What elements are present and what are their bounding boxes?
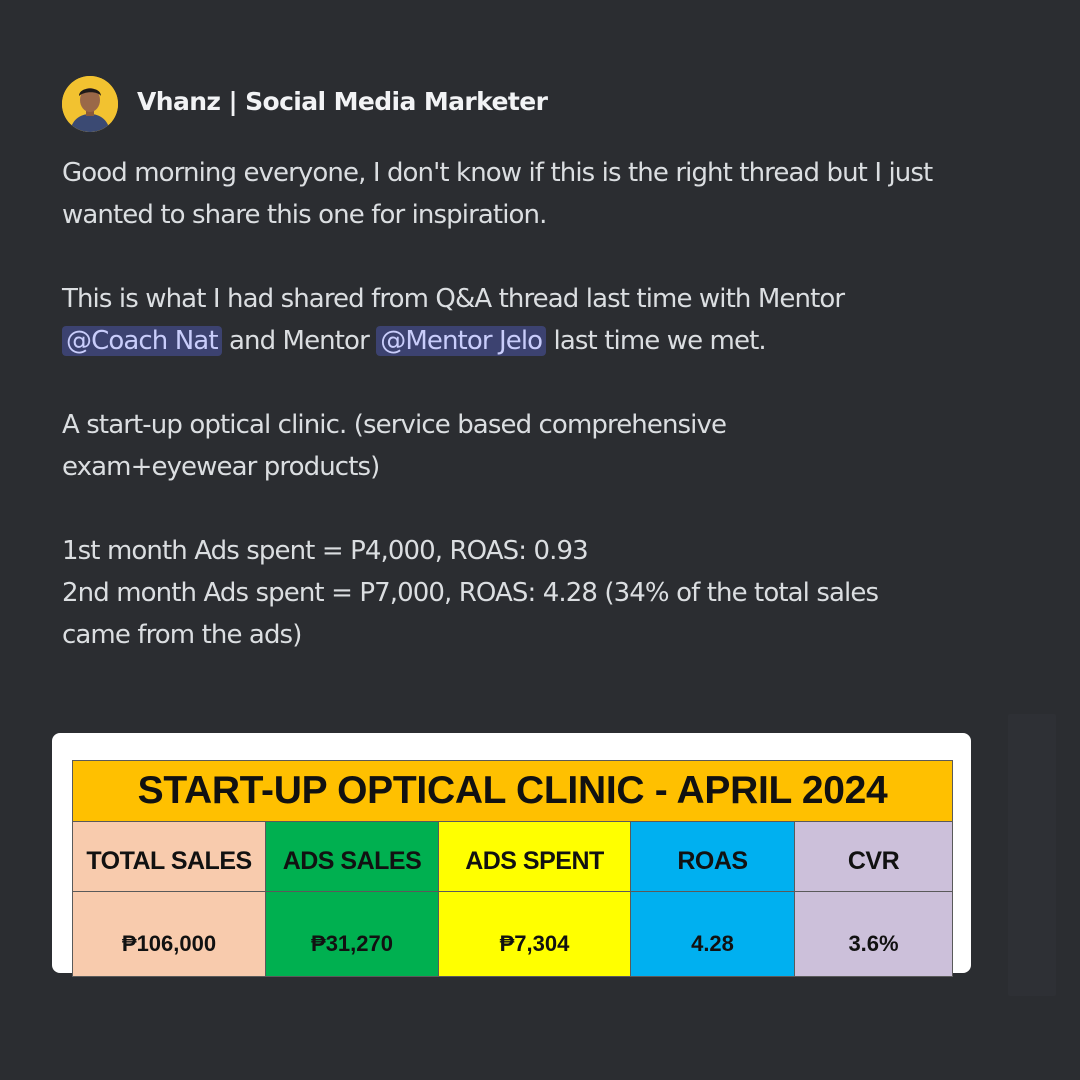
mention-mentor-jelo[interactable]: @Mentor Jelo (376, 326, 547, 356)
value-roas: 4.28 (630, 891, 795, 977)
header-total-sales: TOTAL SALES (72, 821, 266, 892)
mention-coach-nat[interactable]: @Coach Nat (62, 326, 222, 356)
avatar-image (62, 76, 118, 132)
paragraph-text: This is what I had shared from Q&A threa… (62, 284, 845, 314)
header-ads-spent: ADS SPENT (438, 821, 631, 892)
header-roas: ROAS (630, 821, 795, 892)
paragraph-text: last time we met. (546, 326, 767, 356)
paragraph-text: came from the ads) (62, 620, 302, 650)
value-cvr: 3.6% (793, 891, 954, 977)
message-paragraph: 1st month Ads spent = P4,000, ROAS: 0.93… (62, 530, 1002, 656)
table-row: ₱106,000 ₱31,270 ₱7,304 4.28 3.6% (72, 891, 954, 977)
author-name[interactable]: Vhanz | Social Media Marketer (137, 87, 548, 116)
value-ads-spent: ₱7,304 (438, 891, 631, 977)
paragraph-text: 1st month Ads spent = P4,000, ROAS: 0.93 (62, 536, 589, 566)
message-paragraph: This is what I had shared from Q&A threa… (62, 278, 1002, 362)
chat-message: Vhanz | Social Media Marketer Good morni… (0, 0, 1080, 1080)
paragraph-text: Good morning everyone, I don't know if t… (62, 158, 933, 230)
paragraph-text: exam+eyewear products) (62, 452, 380, 482)
message-paragraph: A start-up optical clinic. (service base… (62, 404, 1002, 488)
table-title-row: START-UP OPTICAL CLINIC - APRIL 2024 (71, 760, 954, 822)
avatar[interactable] (62, 76, 118, 132)
scrollbar[interactable] (1008, 714, 1056, 996)
paragraph-text: and Mentor (221, 326, 377, 356)
paragraph-text: A start-up optical clinic. (service base… (62, 410, 727, 440)
table-title: START-UP OPTICAL CLINIC - APRIL 2024 (71, 760, 954, 822)
message-paragraph: Good morning everyone, I don't know if t… (62, 152, 1002, 236)
header-ads-sales: ADS SALES (265, 821, 439, 892)
value-ads-sales: ₱31,270 (265, 891, 439, 977)
value-total-sales: ₱106,000 (72, 891, 266, 977)
message-content: Good morning everyone, I don't know if t… (62, 152, 1002, 698)
table-header-row: TOTAL SALES ADS SALES ADS SPENT ROAS CVR (72, 821, 954, 892)
header-cvr: CVR (793, 821, 954, 892)
paragraph-text: 2nd month Ads spent = P7,000, ROAS: 4.28… (62, 578, 879, 608)
spreadsheet-table: START-UP OPTICAL CLINIC - APRIL 2024 TOT… (71, 760, 954, 977)
